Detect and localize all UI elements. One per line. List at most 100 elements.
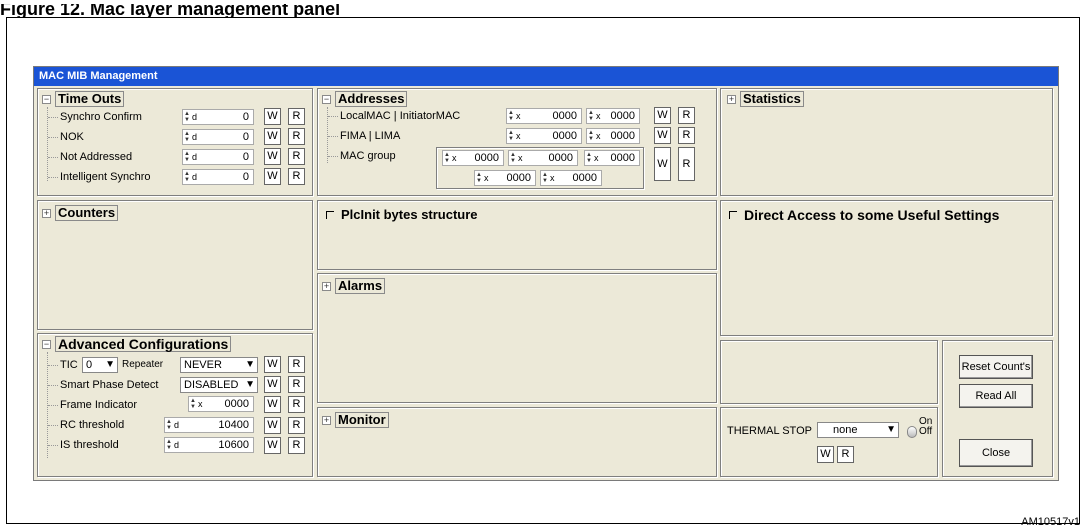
addresses-title: Addresses [335, 91, 408, 107]
tic-dropdown[interactable]: 0 ▼ [82, 357, 118, 373]
not-addressed-read-button[interactable]: R [288, 148, 305, 165]
mac-group-read-button[interactable]: R [678, 147, 695, 181]
synchro-confirm-label: Synchro Confirm [60, 111, 142, 123]
counters-header[interactable]: + Counters [42, 205, 119, 221]
direct-access-header[interactable]: Direct Access to some Useful Settings [729, 207, 999, 223]
thermal-read-button[interactable]: R [837, 446, 854, 463]
plcinit-header[interactable]: PlcInit bytes structure [326, 207, 478, 222]
synchro-confirm-read-button[interactable]: R [288, 108, 305, 125]
not-addressed-spinner[interactable]: ▲ ▼ d 0 [182, 149, 254, 165]
thermal-write-button[interactable]: W [817, 446, 834, 463]
chevron-down-icon: ▼ [105, 359, 115, 370]
thermal-stop-dropdown[interactable]: none ▼ [817, 422, 899, 438]
mac-mib-window: MAC MIB Management − Time Outs Synchro C… [33, 66, 1059, 481]
statistics-group: + Statistics [720, 88, 1053, 196]
alarms-title: Alarms [335, 278, 386, 294]
synchro-confirm-write-button[interactable]: W [264, 108, 281, 125]
is-threshold-write-button[interactable]: W [264, 437, 281, 454]
figure-reference-code: AM10517v1 [1021, 516, 1080, 528]
mac-group-label: MAC group [340, 150, 396, 162]
frame-indicator-spinner[interactable]: ▲ ▼ x 0000 [188, 396, 254, 412]
is-threshold-spinner[interactable]: ▲ ▼ d 10600 [164, 437, 254, 453]
monitor-group: + Monitor [317, 407, 717, 477]
expand-icon[interactable]: + [322, 415, 331, 425]
intelligent-synchro-write-button[interactable]: W [264, 168, 281, 185]
smart-phase-write-button[interactable]: W [264, 376, 281, 393]
statistics-header[interactable]: + Statistics [727, 91, 804, 107]
frame-indicator-label: Frame Indicator [60, 399, 138, 411]
collapse-icon[interactable]: − [42, 339, 51, 349]
toggle-switch-icon[interactable] [907, 426, 917, 438]
smart-phase-read-button[interactable]: R [288, 376, 305, 393]
rc-threshold-write-button[interactable]: W [264, 417, 281, 434]
advanced-configurations-header[interactable]: − Advanced Configurations [42, 336, 232, 352]
not-addressed-write-button[interactable]: W [264, 148, 281, 165]
rc-threshold-label: RC threshold [60, 419, 125, 431]
monitor-header[interactable]: + Monitor [322, 412, 389, 428]
smart-phase-detect-dropdown[interactable]: DISABLED ▼ [180, 377, 258, 393]
close-button[interactable]: Close [959, 439, 1033, 467]
plcinit-group: PlcInit bytes structure [317, 200, 717, 270]
mac-group-spinner-2[interactable]: ▲ ▼ x 0000 [508, 150, 578, 166]
addresses-group: − Addresses LocalMAC | InitiatorMAC ▲ ▼ x 0… [317, 88, 717, 196]
mac-group-spinner-5[interactable]: ▲ ▼ x 0000 [540, 170, 602, 186]
nok-write-button[interactable]: W [264, 128, 281, 145]
localmac-spinner[interactable]: ▲ ▼ x 0000 [506, 108, 582, 124]
mac-group-spinner-3[interactable]: ▲ ▼ x 0000 [584, 150, 640, 166]
fima-read-button[interactable]: R [678, 127, 695, 144]
rc-threshold-read-button[interactable]: R [288, 417, 305, 434]
repeater-dropdown[interactable]: NEVER ▼ [180, 357, 258, 373]
tic-read-button[interactable]: R [288, 356, 305, 373]
chevron-down-icon: ▼ [245, 379, 255, 390]
plcinit-checkbox[interactable] [326, 210, 334, 219]
monitor-title: Monitor [335, 412, 389, 428]
localmac-read-button[interactable]: R [678, 107, 695, 124]
collapse-icon[interactable]: − [42, 94, 51, 104]
intelligent-synchro-read-button[interactable]: R [288, 168, 305, 185]
expand-icon[interactable]: + [322, 281, 331, 291]
localmac-initiatormac-label: LocalMAC | InitiatorMAC [340, 110, 461, 122]
window-title-bar: MAC MIB Management [34, 67, 1058, 86]
direct-access-checkbox[interactable] [729, 211, 737, 219]
chevron-down-icon: ▼ [245, 359, 255, 370]
initiatormac-spinner[interactable]: ▲ ▼ x 0000 [586, 108, 640, 124]
tic-label: TIC [60, 359, 78, 371]
frame-indicator-write-button[interactable]: W [264, 396, 281, 413]
mac-group-spinner-1[interactable]: ▲ ▼ x 0000 [442, 150, 504, 166]
alarms-header[interactable]: + Alarms [322, 278, 386, 294]
direct-access-title: Direct Access to some Useful Settings [744, 207, 1000, 223]
rc-threshold-spinner[interactable]: ▲ ▼ d 10400 [164, 417, 254, 433]
time-outs-header[interactable]: − Time Outs [42, 91, 125, 107]
off-label: Off [919, 426, 933, 437]
intelligent-synchro-spinner[interactable]: ▲ ▼ d 0 [182, 169, 254, 185]
counters-title: Counters [55, 205, 119, 221]
expand-icon[interactable]: + [727, 94, 736, 104]
counters-group: + Counters [37, 200, 313, 330]
mac-group-write-button[interactable]: W [654, 147, 671, 181]
nok-label: NOK [60, 131, 84, 143]
addresses-header[interactable]: − Addresses [322, 91, 408, 107]
lima-spinner[interactable]: ▲ ▼ x 0000 [586, 128, 640, 144]
thermal-stop-panel: THERMAL STOP none ▼ On Off W R [720, 407, 938, 477]
advanced-configurations-title: Advanced Configurations [55, 336, 232, 352]
blank-status-panel [720, 340, 938, 404]
expand-icon[interactable]: + [42, 208, 51, 218]
synchro-confirm-spinner[interactable]: ▲ ▼ d 0 [182, 109, 254, 125]
reset-counts-button[interactable]: Reset Count's [959, 355, 1033, 379]
tic-write-button[interactable]: W [264, 356, 281, 373]
alarms-group: + Alarms [317, 273, 717, 403]
fima-write-button[interactable]: W [654, 127, 671, 144]
collapse-icon[interactable]: − [322, 94, 331, 104]
is-threshold-read-button[interactable]: R [288, 437, 305, 454]
fima-spinner[interactable]: ▲ ▼ x 0000 [506, 128, 582, 144]
statistics-title: Statistics [740, 91, 804, 107]
read-all-button[interactable]: Read All [959, 384, 1033, 408]
plcinit-title: PlcInit bytes structure [341, 207, 478, 222]
nok-spinner[interactable]: ▲ ▼ d 0 [182, 129, 254, 145]
not-addressed-label: Not Addressed [60, 151, 133, 163]
frame-indicator-read-button[interactable]: R [288, 396, 305, 413]
mac-group-spinner-4[interactable]: ▲ ▼ x 0000 [474, 170, 536, 186]
localmac-write-button[interactable]: W [654, 107, 671, 124]
smart-phase-detect-label: Smart Phase Detect [60, 379, 159, 391]
nok-read-button[interactable]: R [288, 128, 305, 145]
